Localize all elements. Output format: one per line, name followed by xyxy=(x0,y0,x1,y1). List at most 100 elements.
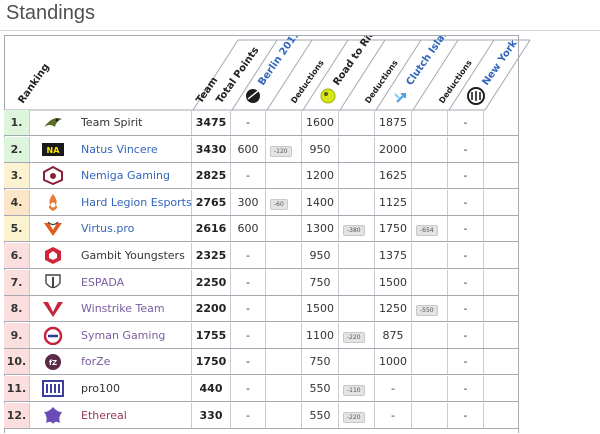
clutch-island-icon xyxy=(394,93,406,103)
team-name-cell: Nemiga Gaming xyxy=(78,163,192,189)
road-to-rio-points: 1300 xyxy=(302,216,339,242)
clutch-island-points: 1250 xyxy=(375,296,412,322)
road-to-rio-points: 1500 xyxy=(302,296,339,322)
total-points-cell: 2325 xyxy=(192,243,231,268)
pro100-logo xyxy=(42,379,64,398)
team-name-link[interactable]: Natus Vincere xyxy=(78,143,158,156)
table-row: 10. fZ forZe 1750-750 1000- xyxy=(4,349,519,376)
table-row: 12. Ethereal 330-550 -220- - xyxy=(4,402,519,429)
deductions-3-cell: -654 xyxy=(412,216,448,242)
clutch-island-points: 1125 xyxy=(375,189,412,215)
deductions-3-cell xyxy=(412,136,448,162)
page-title: Standings xyxy=(6,2,95,24)
berlin-2019-points: - xyxy=(231,269,266,295)
clutch-island-points: 1000 xyxy=(375,349,412,375)
table-row: 1. Team Spirit 3475-1600 1875- xyxy=(4,110,519,136)
team-name-link[interactable]: Nemiga Gaming xyxy=(78,169,170,182)
team-name-link[interactable]: ESPADA xyxy=(78,276,124,289)
new-york-points: - xyxy=(448,322,484,348)
table-row: 8. Winstrike Team 2200-1500 1250 -550- xyxy=(4,296,519,323)
berlin-2019-points: 300 xyxy=(231,189,266,215)
ethereal-logo xyxy=(42,406,64,425)
clutch-island-points: 1625 xyxy=(375,163,412,189)
team-name-cell: Virtus.pro xyxy=(78,216,192,242)
road-to-rio-points: 1200 xyxy=(302,163,339,189)
team-logo-cell xyxy=(30,243,78,268)
total-points-cell: 1755 xyxy=(192,322,231,348)
team-name-cell: pro100 xyxy=(78,376,192,401)
deductions-1-cell xyxy=(266,243,302,268)
new-york-points: - xyxy=(448,349,484,375)
deductions-1-cell xyxy=(266,322,302,348)
new-york-points: - xyxy=(448,216,484,242)
team-name-link[interactable]: pro100 xyxy=(78,382,120,395)
new-york-points: - xyxy=(448,269,484,295)
team-name-link[interactable]: Team Spirit xyxy=(78,116,142,129)
deductions-1-cell xyxy=(266,349,302,375)
espada-logo xyxy=(42,273,64,292)
svg-text:fZ: fZ xyxy=(49,359,57,367)
berlin-2019-points: - xyxy=(231,349,266,375)
clutch-island-points: - xyxy=(375,376,412,401)
team-name-link[interactable]: Syman Gaming xyxy=(78,329,165,342)
clutch-island-points: 1375 xyxy=(375,243,412,268)
deductions-2-cell xyxy=(339,110,375,135)
team-name-link[interactable]: Virtus.pro xyxy=(78,222,134,235)
deductions-1-cell: -120 xyxy=(266,136,302,162)
clutch-island-points: 1500 xyxy=(375,269,412,295)
rank-cell: 1. xyxy=(4,110,30,135)
team-logo-cell xyxy=(30,403,78,428)
header-event-new-york[interactable]: New York xyxy=(480,38,519,88)
rank-cell: 12. xyxy=(4,402,30,428)
team-name-link[interactable]: forZe xyxy=(78,355,110,368)
clutch-island-points: 1750 xyxy=(375,216,412,242)
total-points-cell: 2825 xyxy=(192,163,231,189)
rank-cell: 3. xyxy=(4,163,30,189)
road-to-rio-points: 750 xyxy=(302,269,339,295)
team-name-cell: ESPADA xyxy=(78,269,192,295)
clutch-island-points: 875 xyxy=(375,322,412,348)
deductions-3-cell xyxy=(412,322,448,348)
team-name-link[interactable]: Winstrike Team xyxy=(78,302,165,315)
road-to-rio-points: 1400 xyxy=(302,189,339,215)
berlin-2019-icon xyxy=(246,89,260,103)
deductions-2-cell xyxy=(339,189,375,215)
forze-logo: fZ xyxy=(42,352,64,371)
berlin-2019-points: - xyxy=(231,110,266,135)
new-york-points: - xyxy=(448,296,484,322)
deductions-3-cell xyxy=(412,110,448,135)
team-name-link[interactable]: Hard Legion Esports xyxy=(78,196,192,209)
team-name-link[interactable]: Gambit Youngsters xyxy=(78,249,185,262)
deductions-1-cell xyxy=(266,163,302,189)
team-logo-cell xyxy=(30,110,78,135)
berlin-2019-points: - xyxy=(231,376,266,401)
deductions-2-cell xyxy=(339,269,375,295)
table-row: 4. Hard Legion Esports 2765 300 -60 1400 1125 - xyxy=(4,189,519,216)
total-points-cell: 440 xyxy=(192,376,231,401)
rank-cell: 6. xyxy=(4,243,30,268)
deductions-2-cell xyxy=(339,243,375,268)
deductions-1-cell xyxy=(266,110,302,135)
team-logo-cell xyxy=(30,270,78,295)
new-york-points: - xyxy=(448,110,484,135)
team-name-link[interactable]: Ethereal xyxy=(78,409,127,422)
team-logo-cell xyxy=(30,323,78,348)
total-points-cell: 3475 xyxy=(192,110,231,135)
team-name-cell: Team Spirit xyxy=(78,110,192,135)
total-points-cell: 2250 xyxy=(192,269,231,295)
team-name-cell: Hard Legion Esports xyxy=(78,189,192,215)
rank-cell: 8. xyxy=(4,296,30,322)
hardlegion-logo xyxy=(42,193,64,212)
deductions-3-cell xyxy=(412,376,448,401)
winstrike-logo xyxy=(42,299,64,318)
deduction-badge: -110 xyxy=(343,385,365,396)
team-name-cell: Natus Vincere xyxy=(78,136,192,162)
berlin-2019-points: - xyxy=(231,296,266,322)
team-logo-cell xyxy=(30,216,78,241)
deduction-badge: -380 xyxy=(343,225,365,237)
new-york-points: - xyxy=(448,376,484,401)
header-event-clutch-island[interactable]: Clutch Island xyxy=(404,36,455,88)
team-logo-cell xyxy=(30,190,78,215)
deductions-1-cell xyxy=(266,296,302,322)
total-points-cell: 330 xyxy=(192,402,231,428)
